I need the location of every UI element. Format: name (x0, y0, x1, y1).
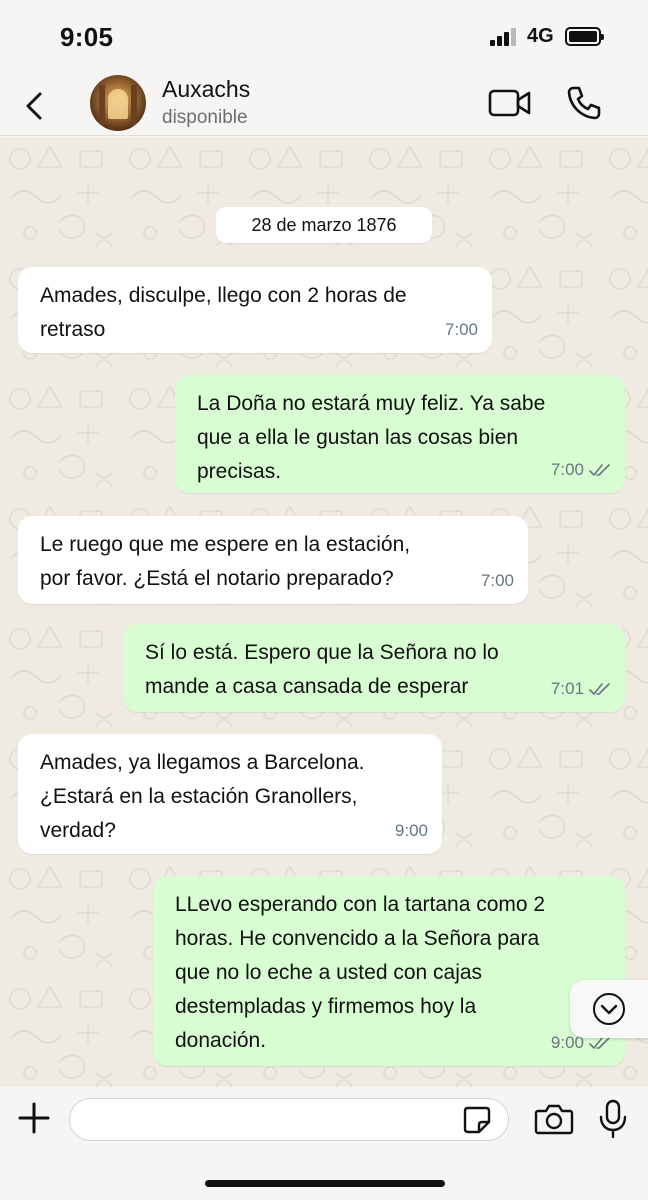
message-time: 7:00 (444, 320, 478, 339)
chevron-left-icon (26, 92, 42, 120)
message-bubble-outgoing[interactable]: LLevo esperando con la tartana como 2 ho… (153, 876, 625, 1066)
message-bubble-incoming[interactable]: Amades, disculpe, llego con 2 horas de r… (18, 267, 492, 353)
microphone-icon (599, 1099, 627, 1139)
message-bubble-outgoing[interactable]: Sí lo está. Espero que la Señora no lo m… (123, 624, 625, 712)
message-time: 7:00 (550, 460, 584, 479)
sticker-button[interactable] (462, 1105, 492, 1135)
chevron-down-circle-icon (593, 993, 625, 1025)
message-bubble-incoming[interactable]: Le ruego que me espere en la estación, p… (18, 516, 528, 604)
back-button[interactable] (18, 86, 52, 126)
message-text: Amades, ya llegamos a Barcelona. ¿Estará… (40, 751, 365, 842)
message-text: La Doña no estará muy feliz. Ya sabe que… (197, 392, 546, 483)
network-type: 4G (527, 25, 554, 47)
chat-area[interactable]: 28 de marzo 1876 Amades, disculpe, llego… (0, 137, 648, 1087)
video-camera-icon (488, 89, 531, 117)
voice-call-button[interactable] (565, 84, 603, 122)
camera-icon (534, 1104, 574, 1135)
avatar[interactable] (90, 75, 146, 131)
message-time: 7:00 (480, 571, 514, 590)
double-check-icon (589, 464, 610, 476)
message-text: Sí lo está. Espero que la Señora no lo m… (145, 641, 499, 698)
status-time: 9:05 (60, 22, 114, 52)
input-bar (0, 1087, 648, 1200)
message-meta: 7:00 (481, 564, 514, 598)
signal-icon (490, 28, 520, 46)
double-check-icon (589, 683, 610, 695)
video-call-button[interactable] (488, 86, 532, 120)
sticker-icon (463, 1106, 491, 1134)
message-time: 9:00 (394, 821, 428, 840)
contact-status: disponible (162, 107, 248, 128)
microphone-button[interactable] (598, 1099, 628, 1139)
message-text: Amades, disculpe, llego con 2 horas de r… (40, 284, 407, 341)
message-text: Le ruego que me espere en la estación, p… (40, 533, 411, 590)
scroll-down-button[interactable] (570, 980, 648, 1038)
message-bubble-outgoing[interactable]: La Doña no estará muy feliz. Ya sabe que… (175, 375, 625, 493)
message-bubble-incoming[interactable]: Amades, ya llegamos a Barcelona. ¿Estará… (18, 734, 442, 854)
message-input[interactable] (69, 1098, 509, 1141)
home-indicator (205, 1180, 445, 1187)
double-check-icon (589, 1037, 610, 1049)
contact-name[interactable]: Auxachs (162, 76, 250, 103)
battery-icon (565, 27, 604, 46)
date-chip: 28 de marzo 1876 (216, 207, 432, 243)
message-text: LLevo esperando con la tartana como 2 ho… (175, 893, 546, 1052)
phone-icon (567, 86, 601, 120)
message-meta: 7:01 (551, 672, 611, 706)
message-time: 7:01 (550, 679, 584, 698)
message-meta: 7:00 (445, 313, 478, 347)
message-meta: 7:00 (551, 453, 611, 487)
camera-button[interactable] (534, 1102, 574, 1136)
message-meta: 9:00 (395, 814, 428, 848)
plus-icon (18, 1102, 50, 1134)
status-bar: 9:05 4G (0, 0, 648, 72)
attach-button[interactable] (16, 1100, 52, 1136)
chat-header: Auxachs disponible (0, 72, 648, 136)
